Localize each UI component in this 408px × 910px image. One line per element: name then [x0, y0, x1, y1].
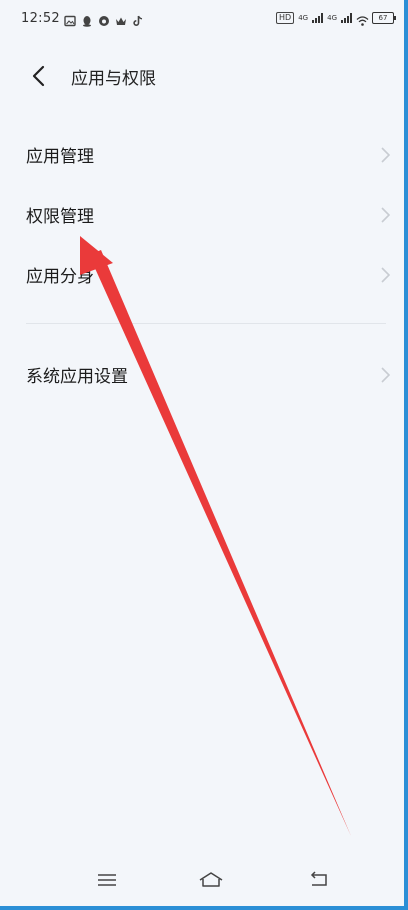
menu-icon [98, 874, 116, 886]
back-nav-button[interactable] [306, 870, 332, 890]
settings-item-app-clone[interactable]: 应用分身 [0, 245, 404, 305]
crown-icon [115, 12, 127, 25]
back-arrow-icon [32, 65, 45, 87]
chevron-right-icon [381, 207, 391, 223]
notification-icons [64, 12, 144, 27]
chevron-right-icon [381, 367, 391, 383]
section-divider [26, 323, 386, 324]
chevron-right-icon [381, 147, 391, 163]
back-button[interactable] [26, 62, 54, 90]
menu-button[interactable] [94, 870, 120, 890]
gallery-icon [64, 12, 76, 27]
return-icon [310, 871, 327, 886]
page-title: 应用与权限 [71, 69, 156, 89]
qq-penguin-icon [81, 12, 93, 27]
wifi-icon [356, 12, 369, 26]
hd-badge: HD [276, 12, 295, 24]
status-time: 12:52 [21, 11, 60, 26]
network-type-1: 4G [298, 14, 309, 22]
screen: 12:52 HD 4G 4G 67 应用与权限 应用管理 权限管理 应用分身 系… [0, 0, 408, 910]
network-type-2: 4G [327, 14, 337, 22]
home-button[interactable] [197, 870, 223, 890]
battery-icon: 67 [372, 12, 396, 24]
settings-item-label: 系统应用设置 [26, 367, 128, 387]
settings-item-app-management[interactable]: 应用管理 [0, 125, 404, 185]
tiktok-icon [132, 12, 144, 26]
settings-item-system-app-settings[interactable]: 系统应用设置 [0, 345, 404, 405]
system-nav-bar [0, 852, 404, 906]
settings-item-permission-management[interactable]: 权限管理 [0, 185, 404, 245]
settings-item-label: 应用分身 [26, 267, 94, 287]
chevron-right-icon [381, 267, 391, 283]
weibo-icon [98, 12, 110, 26]
settings-item-label: 应用管理 [26, 147, 94, 167]
status-bar: 12:52 HD 4G 4G 67 [0, 0, 404, 40]
system-status: HD 4G 4G 67 [276, 12, 396, 26]
settings-item-label: 权限管理 [26, 207, 94, 227]
app-header: 应用与权限 [0, 50, 404, 102]
signal-icon [312, 13, 324, 23]
home-icon [199, 872, 223, 887]
signal-icon-2 [341, 13, 352, 23]
